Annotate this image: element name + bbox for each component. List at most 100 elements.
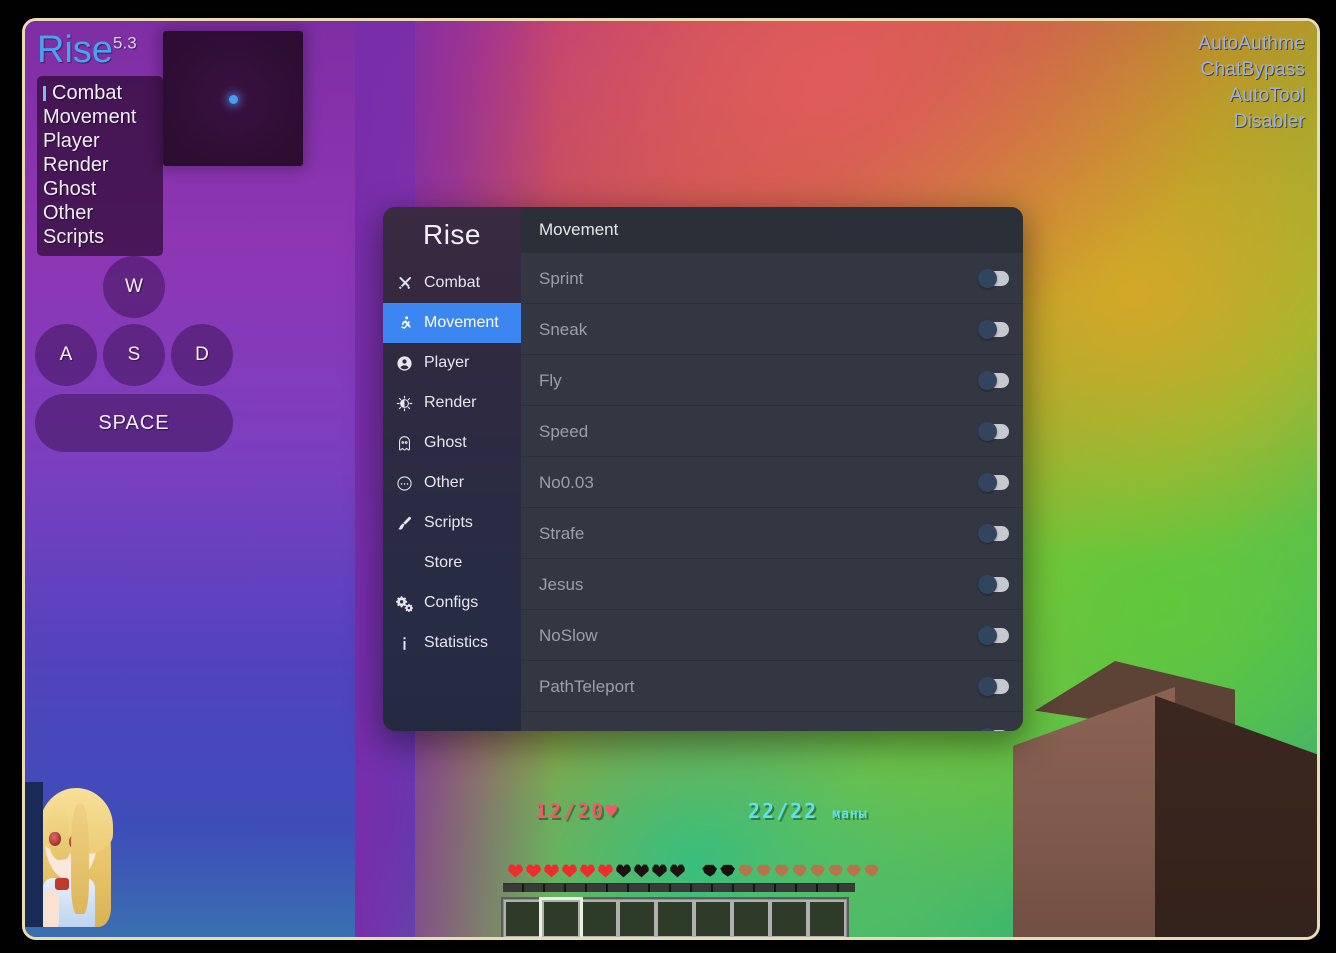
heart-empty-icon — [651, 863, 668, 879]
nav-item-combat[interactable]: Combat — [383, 263, 521, 303]
module-row[interactable]: Strafe — [521, 508, 1023, 559]
module-toggle[interactable] — [978, 523, 1009, 543]
hotbar-slot[interactable] — [618, 900, 656, 937]
keystroke-w: W — [103, 256, 165, 318]
module-row[interactable]: Sneak — [521, 304, 1023, 355]
hotbar-slot[interactable] — [656, 900, 694, 937]
hotbar-slot[interactable] — [770, 900, 808, 937]
click-gui-window[interactable]: Rise Combat Movement Player Render Ghost Othe… — [383, 207, 1023, 731]
health-text: 12/20♥ — [535, 799, 620, 823]
ghost-icon — [395, 434, 414, 453]
heart-full-icon — [561, 863, 578, 879]
module-row[interactable]: Speed — [521, 406, 1023, 457]
nav-item-label: Movement — [424, 314, 499, 331]
module-name: Speed — [539, 421, 589, 441]
hotbar-slot[interactable] — [808, 900, 846, 937]
keystroke-s: S — [103, 324, 165, 386]
hotbar-slot[interactable] — [732, 900, 770, 937]
module-toggle[interactable] — [978, 421, 1009, 441]
hud-module-player[interactable]: Player — [43, 129, 155, 153]
click-gui-title: Rise — [422, 219, 481, 250]
module-toggle[interactable] — [978, 370, 1009, 390]
nav-item-configs[interactable]: Configs — [383, 583, 521, 623]
hud-module-render[interactable]: Render — [43, 153, 155, 177]
module-toggle[interactable] — [978, 727, 1009, 731]
nav-item-scripts[interactable]: Scripts — [383, 503, 521, 543]
minimap-player-dot — [229, 94, 238, 104]
module-row[interactable]: No0.03 — [521, 457, 1023, 508]
running-person-icon — [395, 314, 414, 333]
nav-item-movement[interactable]: Movement — [383, 303, 521, 343]
dirt-block — [1005, 661, 1317, 937]
module-row[interactable]: LongJump — [521, 712, 1023, 731]
keystroke-d: D — [171, 324, 233, 386]
anime-hair-strand — [71, 804, 89, 914]
nav-item-label: Render — [424, 394, 477, 411]
crossed-swords-icon — [395, 274, 414, 293]
nav-item-label: Other — [424, 474, 465, 491]
dots-circle-icon — [395, 474, 414, 493]
module-toggle[interactable] — [978, 268, 1009, 288]
heart-empty-icon — [615, 863, 632, 879]
hud-module-movement[interactable]: Movement — [43, 105, 155, 129]
nav-item-render[interactable]: Render — [383, 383, 521, 423]
food-empty-icon — [701, 863, 718, 879]
hotbar[interactable] — [501, 897, 849, 937]
food-empty-icon — [719, 863, 736, 879]
arraylist-entry: ChatBypass — [1200, 59, 1305, 80]
nav-item-label: Statistics — [424, 634, 489, 651]
heart-empty-icon — [633, 863, 650, 879]
mana-unit-label: маны — [832, 807, 868, 822]
module-toggle[interactable] — [978, 625, 1009, 645]
nav-item-player[interactable]: Player — [383, 343, 521, 383]
food-full-icon — [809, 863, 826, 879]
nav-item-statistics[interactable]: Statistics — [383, 623, 521, 663]
module-toggle[interactable] — [978, 574, 1009, 594]
nav-item-label: Ghost — [424, 434, 467, 451]
module-name: LongJump — [539, 729, 618, 732]
brightness-icon — [395, 394, 414, 413]
module-name: No0.03 — [539, 472, 594, 492]
module-toggle[interactable] — [978, 676, 1009, 696]
hud-module-ghost[interactable]: Ghost — [43, 177, 155, 201]
heart-full-icon — [597, 863, 614, 879]
module-name: Sprint — [539, 268, 584, 288]
hud-module-combat[interactable]: Combat — [43, 81, 155, 105]
arraylist-entry: AutoAuthme — [1198, 33, 1305, 54]
module-toggle[interactable] — [978, 472, 1009, 492]
keystroke-a: A — [35, 324, 97, 386]
food-full-icon — [863, 863, 880, 879]
module-row[interactable]: PathTeleport — [521, 661, 1023, 712]
anime-eye-left — [49, 832, 61, 846]
nav-item-label: Player — [424, 354, 470, 371]
heart-full-icon — [579, 863, 596, 879]
module-row[interactable]: Fly — [521, 355, 1023, 406]
hotbar-slot[interactable] — [580, 900, 618, 937]
module-name: Sneak — [539, 319, 588, 339]
hotbar-slot[interactable] — [539, 897, 583, 937]
keystroke-space: SPACE — [35, 394, 233, 452]
food-full-icon — [791, 863, 808, 879]
hud-module-scripts[interactable]: Scripts — [43, 225, 155, 249]
minimap — [163, 31, 303, 166]
food-full-icon — [737, 863, 754, 879]
module-name: Jesus — [539, 574, 584, 594]
hotbar-slot[interactable] — [504, 900, 542, 937]
module-row[interactable]: Sprint — [521, 253, 1023, 304]
hud-rise-logo: Rise5.3 — [37, 29, 137, 72]
hotbar-slot[interactable] — [694, 900, 732, 937]
person-circle-icon — [395, 354, 414, 373]
nav-item-ghost[interactable]: Ghost — [383, 423, 521, 463]
hud-module-other[interactable]: Other — [43, 201, 155, 225]
health-bar-icons — [507, 863, 686, 879]
nav-item-store[interactable]: Store — [383, 543, 521, 583]
anime-arm — [43, 890, 59, 927]
nav-item-other[interactable]: Other — [383, 463, 521, 503]
module-row[interactable]: Jesus — [521, 559, 1023, 610]
heart-full-icon — [525, 863, 542, 879]
arraylist-entry: AutoTool — [1229, 85, 1305, 106]
hud-rise-logo-text: Rise — [37, 29, 114, 71]
arraylist-entry: Disabler — [1233, 111, 1305, 132]
module-toggle[interactable] — [978, 319, 1009, 339]
module-row[interactable]: NoSlow — [521, 610, 1023, 661]
